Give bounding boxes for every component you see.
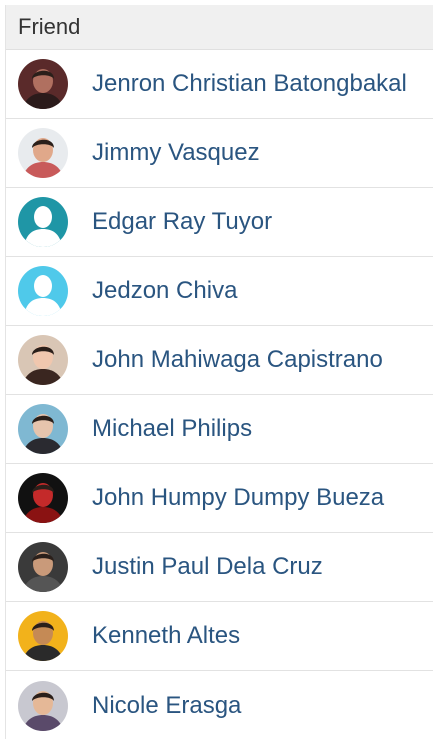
friend-list: Jenron Christian Batongbakal Jimmy Vasque… [6,50,433,740]
avatar[interactable] [18,197,68,247]
avatar-image [18,128,68,178]
friend-list-title: Friend [18,14,81,39]
avatar[interactable] [18,335,68,385]
friend-row[interactable]: Jimmy Vasquez [6,119,433,188]
friend-name-link[interactable]: John Mahiwaga Capistrano [92,346,383,374]
friend-name-link[interactable]: Edgar Ray Tuyor [92,208,272,236]
avatar-image [18,680,68,731]
avatar-image [18,404,68,454]
friend-name-link[interactable]: Jenron Christian Batongbakal [92,70,407,98]
avatar[interactable] [18,542,68,592]
default-avatar-icon [18,266,68,316]
friend-row[interactable]: Jedzon Chiva [6,257,433,326]
avatar-image [18,542,68,592]
avatar[interactable] [18,128,68,178]
friend-name-link[interactable]: Jedzon Chiva [92,277,237,305]
avatar[interactable] [18,473,68,523]
friend-name-link[interactable]: Nicole Erasga [92,692,241,720]
avatar[interactable] [18,59,68,109]
avatar[interactable] [18,611,68,661]
friend-list-panel: Friend Jenron Christian Batongbakal Jimmy… [5,5,433,739]
avatar-image [18,611,68,661]
friend-row[interactable]: Nicole Erasga [6,671,433,740]
friend-row[interactable]: Edgar Ray Tuyor [6,188,433,257]
friend-name-link[interactable]: Kenneth Altes [92,622,240,650]
avatar-image [18,473,68,523]
avatar-image [18,335,68,385]
friend-row[interactable]: John Humpy Dumpy Bueza [6,464,433,533]
friend-list-header: Friend [6,5,433,50]
friend-row[interactable]: John Mahiwaga Capistrano [6,326,433,395]
friend-name-link[interactable]: Justin Paul Dela Cruz [92,553,323,581]
default-avatar-icon [18,197,68,247]
avatar[interactable] [18,266,68,316]
avatar-image [18,59,68,109]
avatar[interactable] [18,680,68,731]
friend-row[interactable]: Kenneth Altes [6,602,433,671]
friend-name-link[interactable]: John Humpy Dumpy Bueza [92,484,384,512]
friend-row[interactable]: Jenron Christian Batongbakal [6,50,433,119]
avatar[interactable] [18,404,68,454]
friend-row[interactable]: Justin Paul Dela Cruz [6,533,433,602]
friend-name-link[interactable]: Jimmy Vasquez [92,139,260,167]
friend-name-link[interactable]: Michael Philips [92,415,252,443]
friend-row[interactable]: Michael Philips [6,395,433,464]
